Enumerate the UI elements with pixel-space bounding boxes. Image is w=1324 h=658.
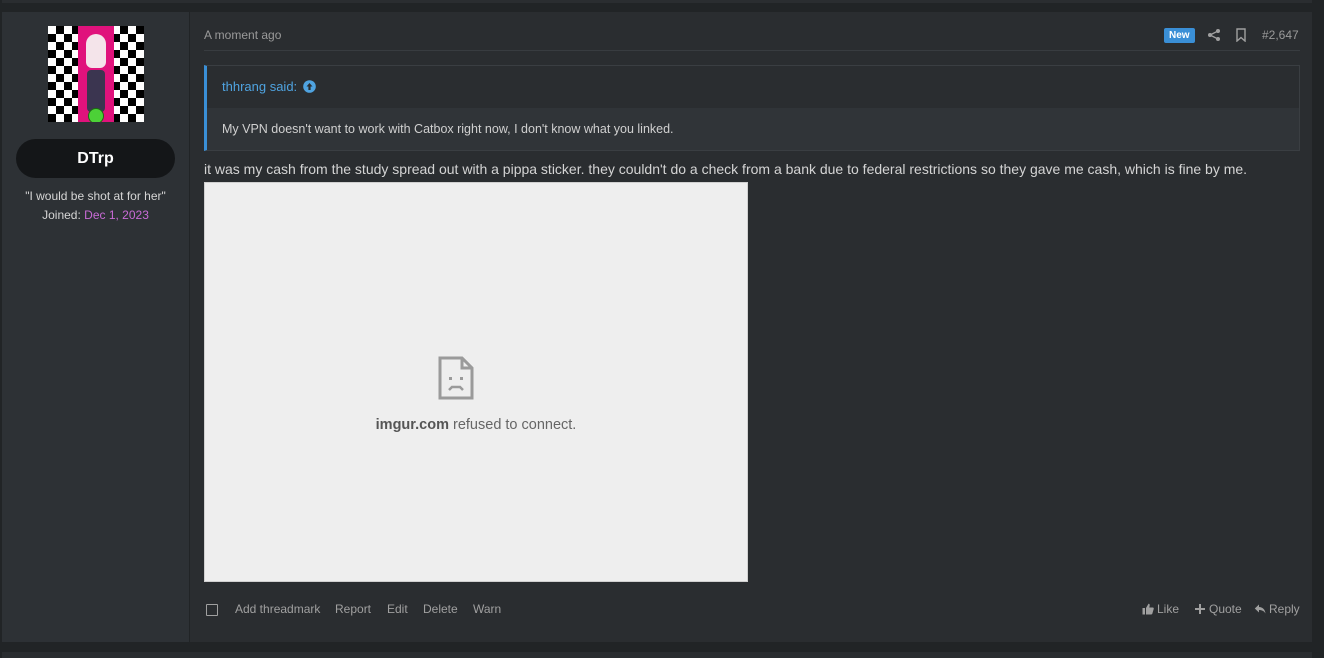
quote-author: thhrang said: <box>222 79 298 94</box>
quote-author-link[interactable]: thhrang said: <box>222 79 316 94</box>
online-badge-icon <box>88 108 104 122</box>
reply-label: Reply <box>1269 602 1300 616</box>
quote-block: thhrang said: My VPN doesn't want to wor… <box>204 65 1300 151</box>
thumbs-up-icon <box>1142 603 1154 615</box>
quote-label: Quote <box>1209 602 1242 616</box>
username[interactable]: DTrp <box>16 139 175 178</box>
reply-button[interactable]: Reply <box>1254 602 1300 616</box>
next-post-edge <box>2 652 1312 658</box>
embed-domain: imgur.com <box>375 417 449 433</box>
select-post-checkbox[interactable] <box>206 604 218 616</box>
embed-error-message: imgur.com refused to connect. <box>205 417 747 433</box>
joined-date: Dec 1, 2023 <box>84 208 149 222</box>
joined-label: Joined: <box>42 208 81 222</box>
quote-header: thhrang said: <box>207 66 1299 108</box>
embed-message: refused to connect. <box>448 417 577 433</box>
share-icon[interactable] <box>1207 28 1221 42</box>
post-header: A moment ago New #2,647 <box>204 26 1300 51</box>
embedded-frame[interactable]: imgur.com refused to connect. <box>204 182 748 582</box>
post-timestamp[interactable]: A moment ago <box>204 28 281 42</box>
user-title: "I would be shot at for her" <box>25 189 166 203</box>
user-info-panel: DTrp "I would be shot at for her" Joined… <box>2 12 190 642</box>
warn-link[interactable]: Warn <box>473 602 501 616</box>
bookmark-icon[interactable] <box>1234 28 1248 42</box>
avatar[interactable] <box>48 26 144 122</box>
report-link[interactable]: Report <box>335 602 371 616</box>
reply-arrow-icon <box>1254 604 1266 614</box>
broken-page-icon <box>438 356 474 400</box>
plus-icon <box>1195 604 1205 614</box>
delete-link[interactable]: Delete <box>423 602 458 616</box>
quote-text: My VPN doesn't want to work with Catbox … <box>222 122 674 136</box>
forum-post: DTrp "I would be shot at for her" Joined… <box>2 12 1312 642</box>
like-button[interactable]: Like <box>1142 602 1179 616</box>
like-label: Like <box>1157 602 1180 616</box>
quote-button[interactable]: Quote <box>1194 602 1242 616</box>
new-badge: New <box>1164 28 1195 43</box>
previous-post-edge <box>2 0 1312 3</box>
add-threadmark-link[interactable]: Add threadmark <box>235 602 320 616</box>
post-number[interactable]: #2,647 <box>1262 28 1299 42</box>
joined-info: Joined: Dec 1, 2023 <box>2 208 189 222</box>
post-footer: Add threadmark Report Edit Delete Warn L… <box>204 599 1300 619</box>
quote-body: My VPN doesn't want to work with Catbox … <box>207 108 1299 150</box>
edit-link[interactable]: Edit <box>387 602 408 616</box>
post-body-text: it was my cash from the study spread out… <box>204 161 1248 177</box>
arrow-up-circle-icon <box>303 80 316 93</box>
